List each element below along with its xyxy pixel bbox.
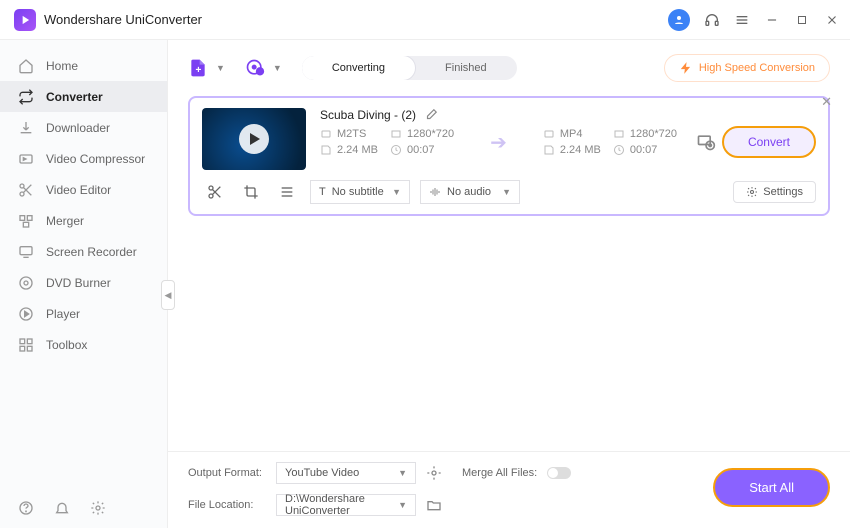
bell-icon[interactable] bbox=[54, 500, 70, 516]
sidebar-label: DVD Burner bbox=[46, 276, 111, 290]
svg-text:+: + bbox=[196, 65, 202, 76]
chevron-down-icon[interactable]: ▼ bbox=[216, 63, 225, 73]
sidebar-label: Toolbox bbox=[46, 338, 87, 352]
collapse-sidebar-button[interactable]: ◀ bbox=[161, 280, 175, 310]
merge-label: Merge All Files: bbox=[462, 467, 537, 479]
add-file-button[interactable]: + bbox=[188, 58, 208, 78]
open-folder-icon[interactable] bbox=[426, 497, 442, 513]
sidebar-item-player[interactable]: Player bbox=[0, 298, 167, 329]
subtitle-icon: T bbox=[319, 186, 326, 198]
subtitle-select[interactable]: T No subtitle ▼ bbox=[310, 180, 410, 204]
sidebar-label: Converter bbox=[46, 90, 103, 104]
chevron-down-icon[interactable]: ▼ bbox=[273, 63, 282, 73]
download-icon bbox=[18, 120, 34, 136]
edit-name-icon[interactable] bbox=[424, 108, 438, 122]
home-icon bbox=[18, 58, 34, 74]
headset-icon[interactable] bbox=[704, 12, 720, 28]
file-name: Scuba Diving - (2) bbox=[320, 108, 416, 122]
bolt-icon bbox=[679, 61, 693, 75]
app-logo bbox=[14, 9, 36, 31]
tab-segment: Converting Finished bbox=[302, 56, 517, 80]
start-all-button[interactable]: Start All bbox=[713, 468, 830, 507]
trim-icon[interactable] bbox=[202, 181, 228, 203]
sidebar: Home Converter Downloader Video Compress… bbox=[0, 40, 168, 528]
merge-icon bbox=[18, 213, 34, 229]
file-settings-button[interactable]: Settings bbox=[733, 181, 816, 203]
tab-finished[interactable]: Finished bbox=[415, 56, 517, 80]
sidebar-label: Home bbox=[46, 59, 78, 73]
file-location-label: File Location: bbox=[188, 499, 266, 511]
sidebar-item-toolbox[interactable]: Toolbox bbox=[0, 329, 167, 360]
high-speed-button[interactable]: High Speed Conversion bbox=[664, 54, 830, 82]
titlebar: Wondershare UniConverter bbox=[0, 0, 850, 40]
sidebar-item-recorder[interactable]: Screen Recorder bbox=[0, 236, 167, 267]
app-title: Wondershare UniConverter bbox=[44, 12, 202, 27]
sidebar-label: Merger bbox=[46, 214, 84, 228]
sidebar-label: Screen Recorder bbox=[46, 245, 137, 259]
output-settings-icon[interactable] bbox=[696, 132, 716, 152]
audio-select[interactable]: No audio ▼ bbox=[420, 180, 520, 204]
output-format-label: Output Format: bbox=[188, 467, 266, 479]
output-settings-icon[interactable] bbox=[426, 465, 442, 481]
compress-icon bbox=[18, 151, 34, 167]
converter-icon bbox=[18, 89, 34, 105]
svg-text:+: + bbox=[258, 66, 263, 76]
bottom-bar: Output Format: YouTube Video▼ Merge All … bbox=[168, 451, 850, 528]
sidebar-item-converter[interactable]: Converter bbox=[0, 81, 167, 112]
help-icon[interactable] bbox=[18, 500, 34, 516]
output-format-select[interactable]: YouTube Video▼ bbox=[276, 462, 416, 484]
file-card: ✕ Scuba Diving - (2) M2TS 1280*72 bbox=[188, 96, 830, 216]
close-button[interactable] bbox=[824, 12, 840, 28]
effects-icon[interactable] bbox=[274, 181, 300, 203]
play-icon bbox=[18, 306, 34, 322]
main-panel: + ▼ + ▼ Converting Finished High Speed C… bbox=[168, 40, 850, 528]
file-location-select[interactable]: D:\Wondershare UniConverter▼ bbox=[276, 494, 416, 516]
sidebar-item-downloader[interactable]: Downloader bbox=[0, 112, 167, 143]
gear-icon bbox=[746, 186, 758, 198]
audio-icon bbox=[429, 186, 441, 198]
sidebar-label: Downloader bbox=[46, 121, 110, 135]
remove-file-button[interactable]: ✕ bbox=[821, 94, 832, 110]
gear-icon[interactable] bbox=[90, 500, 106, 516]
disc-icon bbox=[18, 275, 34, 291]
grid-icon bbox=[18, 337, 34, 353]
screen-icon bbox=[18, 244, 34, 260]
sidebar-label: Video Editor bbox=[46, 183, 111, 197]
sidebar-item-compressor[interactable]: Video Compressor bbox=[0, 143, 167, 174]
crop-icon[interactable] bbox=[238, 181, 264, 203]
sidebar-item-editor[interactable]: Video Editor bbox=[0, 174, 167, 205]
sidebar-item-dvd[interactable]: DVD Burner bbox=[0, 267, 167, 298]
sidebar-label: Player bbox=[46, 307, 80, 321]
account-icon[interactable] bbox=[668, 9, 690, 31]
add-dvd-button[interactable]: + bbox=[245, 58, 265, 78]
hamburger-icon[interactable] bbox=[734, 12, 750, 28]
tab-converting[interactable]: Converting bbox=[302, 56, 415, 80]
minimize-button[interactable] bbox=[764, 12, 780, 28]
play-icon bbox=[239, 124, 269, 154]
video-thumbnail[interactable] bbox=[202, 108, 306, 170]
sidebar-label: Video Compressor bbox=[46, 152, 145, 166]
convert-button[interactable]: Convert bbox=[722, 126, 816, 158]
scissors-icon bbox=[18, 182, 34, 198]
sidebar-item-home[interactable]: Home bbox=[0, 50, 167, 81]
merge-toggle[interactable] bbox=[547, 467, 571, 479]
maximize-button[interactable] bbox=[794, 12, 810, 28]
arrow-right-icon: ➔ bbox=[490, 130, 507, 155]
sidebar-item-merger[interactable]: Merger bbox=[0, 205, 167, 236]
